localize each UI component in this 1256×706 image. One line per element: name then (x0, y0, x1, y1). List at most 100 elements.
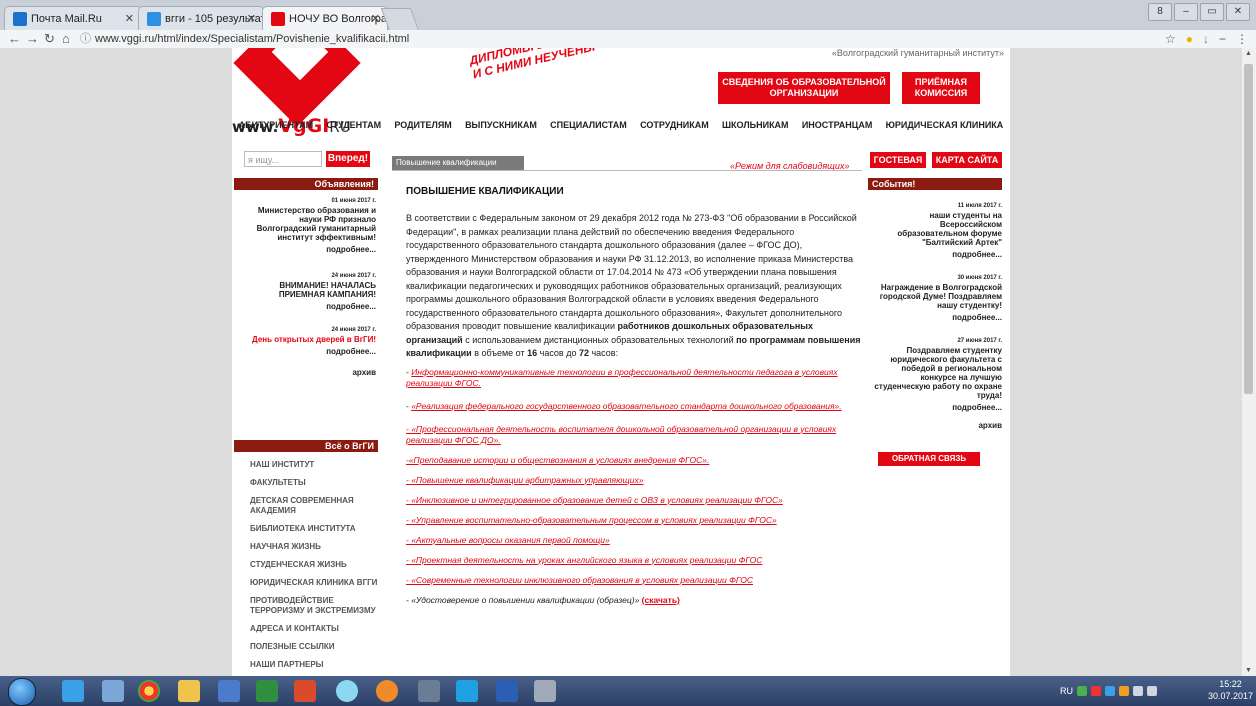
course-link[interactable]: Информационно-коммуникативные технологии… (406, 367, 838, 388)
profile-icon[interactable]: 8 (1148, 3, 1172, 21)
download-link[interactable]: (скачать) (642, 595, 680, 605)
menu-icon[interactable]: ⋮ (1236, 30, 1248, 48)
announcement-text[interactable]: День открытых дверей в ВгГИ! (252, 335, 376, 344)
course-link[interactable]: - «Управление воспитательно-образователь… (406, 515, 777, 525)
language-indicator[interactable]: RU (1060, 686, 1073, 696)
tab-mail[interactable]: Почта Mail.Ru ✕ (4, 6, 142, 30)
media-icon[interactable] (218, 680, 240, 702)
scrollbar[interactable]: ▲ ▼ (1241, 48, 1256, 676)
tray-icon[interactable] (1077, 686, 1087, 696)
nav-schoolchildren[interactable]: Школьникам (722, 120, 789, 138)
nav-students[interactable]: Студентам (326, 120, 381, 138)
menu-science[interactable]: Научная жизнь (250, 542, 380, 552)
event-more-link[interactable]: подробнее... (868, 403, 1002, 412)
forward-icon[interactable]: → (26, 30, 39, 48)
nav-legal-clinic[interactable]: Юридическая клиника (886, 120, 1004, 138)
announcement-more-link[interactable]: подробнее... (252, 302, 376, 311)
close-window-icon[interactable]: ✕ (1226, 3, 1250, 21)
app-icon[interactable] (102, 680, 124, 702)
feedback-button[interactable]: Обратная связь (878, 452, 980, 466)
nav-parents[interactable]: Родителям (394, 120, 451, 138)
bookmark-star-icon[interactable]: ☆ (1165, 30, 1176, 48)
scrollbar-thumb[interactable] (1244, 64, 1253, 394)
events-archive-link[interactable]: архив (868, 421, 1002, 430)
menu-student-life[interactable]: Студенческая жизнь (250, 560, 380, 570)
tab-vggi[interactable]: НОЧУ ВО Волгоградск ✕ (262, 6, 388, 30)
menu-our-institute[interactable]: Наш институт (250, 460, 380, 470)
tray-icon[interactable] (1105, 686, 1115, 696)
nav-specialists[interactable]: Специалистам (550, 120, 627, 138)
menu-faculties[interactable]: Факультеты (250, 478, 380, 488)
menu-addresses[interactable]: Адреса и контакты (250, 624, 380, 634)
event-text[interactable]: наши студенты на Всероссийском образоват… (868, 211, 1002, 247)
minimize-icon[interactable]: – (1174, 3, 1198, 21)
course-link[interactable]: - «Проектная деятельность на уроках англ… (406, 555, 762, 565)
nav-staff[interactable]: Сотрудникам (640, 120, 709, 138)
tab-close-icon[interactable]: ✕ (125, 7, 134, 30)
event-text[interactable]: Поздравляем студентку юридического факул… (868, 346, 1002, 400)
excel-icon[interactable] (256, 680, 278, 702)
course-link[interactable]: - «Инклюзивное и интегрированное образов… (406, 495, 783, 505)
explorer-icon[interactable] (178, 680, 200, 702)
course-link[interactable]: - «Актуальные вопросы оказания первой по… (406, 535, 610, 545)
scroll-down-icon[interactable]: ▼ (1245, 667, 1252, 674)
minimize-tab-icon[interactable]: − (1219, 30, 1226, 48)
firefox-icon[interactable] (376, 680, 398, 702)
extension-icon[interactable]: ● (1186, 30, 1193, 48)
app-icon[interactable] (418, 680, 440, 702)
app-icon[interactable] (294, 680, 316, 702)
maximize-icon[interactable]: ▭ (1200, 3, 1224, 21)
announcement-text[interactable]: Министерство образования и науки РФ приз… (252, 206, 376, 242)
start-button[interactable] (8, 678, 36, 706)
event-more-link[interactable]: подробнее... (868, 250, 1002, 259)
guestbook-button[interactable]: Гостевая (870, 152, 926, 168)
tray-icon[interactable] (1091, 686, 1101, 696)
download-icon[interactable]: ↓ (1203, 30, 1209, 48)
search-input[interactable]: я ищу... (244, 151, 322, 167)
back-icon[interactable]: ← (8, 30, 21, 48)
admission-button[interactable]: Приёмная комиссия (902, 72, 980, 104)
tab-search[interactable]: вгги - 105 результатов ✕ (138, 6, 264, 30)
event-more-link[interactable]: подробнее... (868, 313, 1002, 322)
clock[interactable]: 15:22 30.07.2017 (1208, 678, 1253, 702)
skype-icon[interactable] (456, 680, 478, 702)
nav-foreigners[interactable]: Иностранцам (802, 120, 873, 138)
course-link[interactable]: - «Современные технологии инклюзивного о… (406, 575, 753, 585)
course-link[interactable]: -«Преподавание истории и обществознания … (406, 455, 709, 465)
chrome-icon[interactable] (138, 680, 160, 702)
ie-icon[interactable] (62, 680, 84, 702)
nav-applicants[interactable]: Абитуриентам (239, 120, 313, 138)
menu-library[interactable]: Библиотека института (250, 524, 380, 534)
info-icon[interactable]: ⓘ (80, 33, 91, 45)
announcement-more-link[interactable]: подробнее... (252, 245, 376, 254)
tab-close-icon[interactable]: ✕ (247, 7, 256, 30)
menu-anti-terrorism[interactable]: Противодействие терроризму и экстремизму (250, 596, 380, 616)
paint-icon[interactable] (534, 680, 556, 702)
url-input[interactable]: ⓘ www.vggi.ru/html/index/Specialistam/Pov… (80, 31, 1140, 47)
word-icon[interactable] (496, 680, 518, 702)
home-icon[interactable]: ⌂ (62, 30, 70, 48)
course-link[interactable]: «Реализация федерального государственног… (411, 401, 841, 411)
announcements-archive-link[interactable]: архив (252, 368, 376, 377)
menu-useful-links[interactable]: Полезные ссылки (250, 642, 380, 652)
org-info-button[interactable]: Сведения об образовательной организации (718, 72, 890, 104)
volume-icon[interactable] (1147, 686, 1157, 696)
announcement-text[interactable]: ВНИМАНИЕ! НАЧАЛАСЬ ПРИЕМНАЯ КАМПАНИЯ! (252, 281, 376, 299)
tab-close-icon[interactable]: ✕ (371, 7, 380, 30)
reload-icon[interactable]: ↻ (44, 30, 55, 48)
course-link[interactable]: - «Повышение квалификации арбитражных уп… (406, 475, 643, 485)
course-link[interactable]: - «Профессиональная деятельность воспита… (406, 424, 836, 445)
search-button[interactable]: Вперед! (326, 151, 370, 167)
announcement-more-link[interactable]: подробнее... (252, 347, 376, 356)
vggi-favicon-icon (271, 12, 285, 26)
sitemap-button[interactable]: Карта сайта (932, 152, 1002, 168)
network-icon[interactable] (1133, 686, 1143, 696)
menu-partners[interactable]: Наши партнеры (250, 660, 380, 670)
menu-kids-academy[interactable]: Детская современная академия (250, 496, 380, 516)
scroll-up-icon[interactable]: ▲ (1245, 50, 1252, 57)
app-icon[interactable] (336, 680, 358, 702)
menu-legal-clinic[interactable]: Юридическая клиника ВгГИ (250, 578, 380, 588)
nav-graduates[interactable]: Выпускникам (465, 120, 537, 138)
tray-icon[interactable] (1119, 686, 1129, 696)
event-text[interactable]: Награждение в Волгоградской городской Ду… (868, 283, 1002, 310)
